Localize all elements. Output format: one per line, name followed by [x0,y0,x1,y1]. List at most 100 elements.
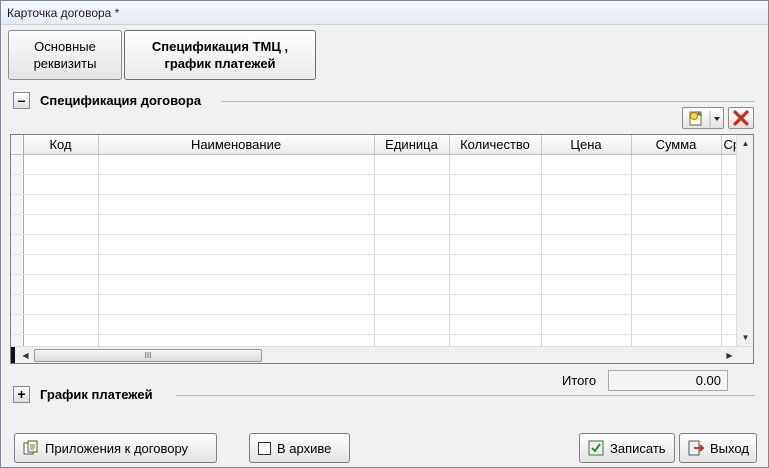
table-row[interactable] [11,194,752,215]
table-cell[interactable] [374,254,450,275]
table-cell[interactable] [98,174,375,195]
table-cell[interactable] [631,274,722,295]
horizontal-scroll-thumb[interactable]: III [34,349,262,362]
table-row[interactable] [11,274,752,295]
table-cell[interactable] [449,254,542,275]
table-cell[interactable] [631,254,722,275]
table-cell[interactable] [98,234,375,255]
table-cell[interactable] [23,154,99,175]
scroll-down-icon[interactable]: ▼ [737,329,753,346]
table-cell[interactable] [23,294,99,315]
tab-main-details-line1: Основные [34,39,96,54]
table-row[interactable] [11,254,752,275]
scroll-right-icon[interactable]: ▶ [721,347,738,363]
tab-main-details[interactable]: Основные реквизиты [8,30,122,80]
table-cell[interactable] [374,214,450,235]
table-cell[interactable] [23,234,99,255]
table-row[interactable] [11,234,752,255]
table-cell[interactable] [541,194,632,215]
table-cell[interactable] [374,174,450,195]
table-cell[interactable] [631,234,722,255]
exit-label: Выход [710,440,749,456]
row-header-cell [11,234,24,255]
table-cell[interactable] [449,234,542,255]
table-cell[interactable] [449,194,542,215]
col-header-sum[interactable]: Сумма [631,135,722,155]
table-cell[interactable] [374,274,450,295]
scroll-left-icon[interactable]: ◀ [17,347,34,363]
table-cell[interactable] [631,294,722,315]
attachments-button[interactable]: Приложения к договору [14,433,217,463]
specification-grid[interactable]: Код Наименование Единица Количество Цена… [10,134,754,364]
save-button[interactable]: Записать [579,433,675,463]
archive-checkbox-button[interactable]: В архиве [249,433,350,463]
table-cell[interactable] [541,234,632,255]
col-header-code[interactable]: Код [23,135,99,155]
table-cell[interactable] [374,154,450,175]
table-row[interactable] [11,174,752,195]
table-cell[interactable] [23,254,99,275]
specification-table: Код Наименование Единица Количество Цена… [11,135,752,355]
add-row-button[interactable] [682,107,724,129]
table-cell[interactable] [374,234,450,255]
table-cell[interactable] [98,194,375,215]
row-header-cell [11,314,24,335]
table-cell[interactable] [631,314,722,335]
table-cell[interactable] [98,274,375,295]
horizontal-scrollbar[interactable]: ◀ III ▶ [11,346,753,363]
vertical-scrollbar[interactable]: ▲ ▼ [736,135,753,346]
table-row[interactable] [11,154,752,175]
table-cell[interactable] [631,214,722,235]
delete-row-button[interactable] [728,107,754,129]
table-row[interactable] [11,294,752,315]
table-row[interactable] [11,314,752,335]
table-cell[interactable] [449,214,542,235]
col-header-price[interactable]: Цена [541,135,632,155]
table-cell[interactable] [541,174,632,195]
table-cell[interactable] [98,314,375,335]
table-cell[interactable] [631,194,722,215]
exit-button[interactable]: Выход [679,433,757,463]
attachments-label: Приложения к договору [45,440,189,456]
table-cell[interactable] [23,274,99,295]
table-cell[interactable] [23,314,99,335]
table-row[interactable] [11,214,752,235]
row-header-cell [11,294,24,315]
row-header-cell [11,154,24,175]
table-cell[interactable] [541,314,632,335]
col-header-unit[interactable]: Единица [374,135,450,155]
table-cell[interactable] [631,154,722,175]
tab-specification-payments[interactable]: Спецификация ТМЦ , график платежей [124,30,316,80]
tab-main-details-line2: реквизиты [33,56,97,71]
table-cell[interactable] [631,174,722,195]
table-cell[interactable] [541,294,632,315]
table-cell[interactable] [541,214,632,235]
table-cell[interactable] [98,254,375,275]
table-cell[interactable] [449,314,542,335]
table-cell[interactable] [449,174,542,195]
save-label: Записать [610,440,666,456]
archive-checkbox[interactable] [258,441,271,455]
table-cell[interactable] [23,214,99,235]
table-cell[interactable] [374,294,450,315]
col-header-name[interactable]: Наименование [98,135,375,155]
col-header-quantity[interactable]: Количество [449,135,542,155]
table-cell[interactable] [374,194,450,215]
table-cell[interactable] [541,254,632,275]
table-cell[interactable] [98,214,375,235]
table-cell[interactable] [449,294,542,315]
scroll-up-icon[interactable]: ▲ [737,135,753,152]
payments-section-title: График платежей [40,387,153,402]
table-cell[interactable] [98,294,375,315]
table-cell[interactable] [449,274,542,295]
table-cell[interactable] [449,154,542,175]
table-cell[interactable] [98,154,375,175]
payments-expand-toggle[interactable]: + [13,386,30,403]
table-cell[interactable] [374,314,450,335]
save-icon [588,440,604,456]
table-cell[interactable] [23,174,99,195]
table-cell[interactable] [541,154,632,175]
table-cell[interactable] [541,274,632,295]
table-cell[interactable] [23,194,99,215]
spec-collapse-toggle[interactable]: – [13,92,30,109]
